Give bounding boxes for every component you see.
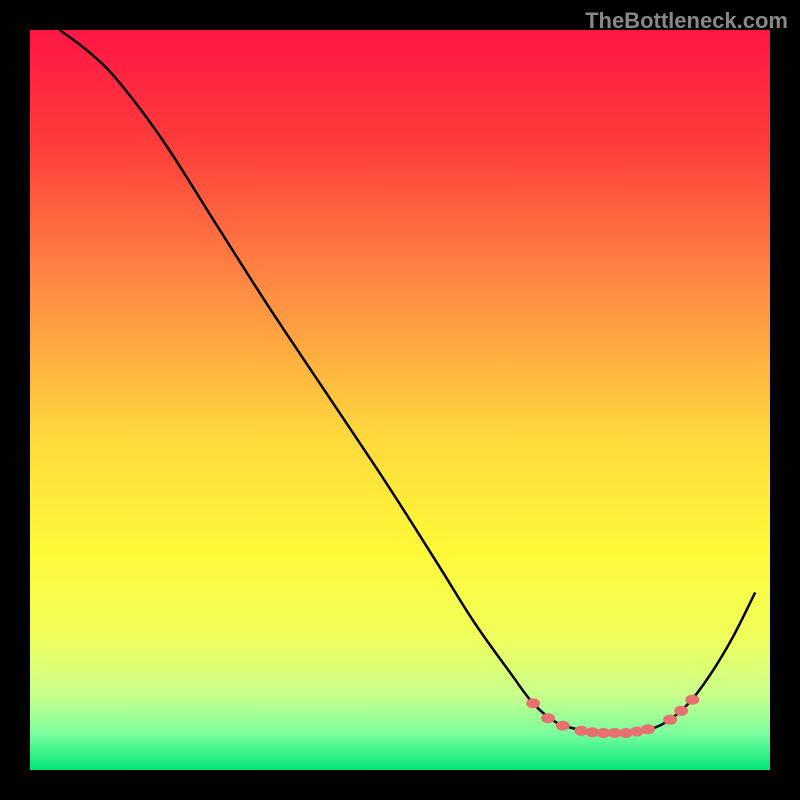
- marker-point: [541, 713, 555, 723]
- marker-point: [674, 706, 688, 716]
- watermark-text: TheBottleneck.com: [585, 8, 788, 34]
- chart-area: [30, 30, 770, 770]
- gradient-background: [30, 30, 770, 770]
- marker-point: [663, 715, 677, 725]
- marker-point: [685, 695, 699, 705]
- marker-point: [526, 698, 540, 708]
- marker-point: [641, 724, 655, 734]
- marker-point: [556, 721, 570, 731]
- chart-svg: [30, 30, 770, 770]
